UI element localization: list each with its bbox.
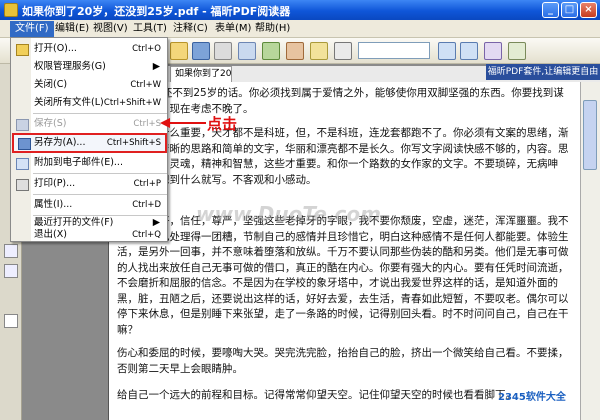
menu-file[interactable]: 文件(F) bbox=[10, 21, 54, 37]
paragraph: 了20岁但还不到25岁的话。你必须找到属于爱情之外，能够使你用双脚坚强的东西。你… bbox=[117, 87, 564, 115]
menu-item-shortcut: Ctrl+W bbox=[130, 80, 161, 90]
annotation-panel-icon[interactable] bbox=[4, 314, 18, 328]
menu-item-print[interactable]: 打印(P)... Ctrl+P bbox=[12, 175, 167, 193]
hand-tool-icon[interactable] bbox=[286, 42, 304, 60]
paragraph: 暧昧。美好，信任，尊严，坚强这些老掉牙的字眼，我不要你颓废，空虚，迷茫，浑浑噩噩… bbox=[117, 215, 569, 336]
menu-item-exit[interactable]: 退出(X) Ctrl+Q bbox=[12, 228, 167, 242]
menu-item-label: 附加到电子邮件(E)... bbox=[34, 157, 123, 168]
paragraph: 大学历有什么重要，天才都不是科班，但，不是科班，连龙套都跑不了。你必须有文案的思… bbox=[117, 127, 569, 186]
menu-item-label: 打印(P)... bbox=[34, 178, 76, 189]
menu-item-rights-management[interactable]: 权限管理服务(G) ▶ bbox=[12, 58, 167, 76]
menu-tools[interactable]: 工具(T) bbox=[128, 21, 172, 37]
promo-banner[interactable]: 福昕PDF套件,让编辑更自由 bbox=[486, 64, 600, 80]
title-bar: 如果你到了20岁，还没到25岁.pdf - 福昕PDF阅读器 _ □ × bbox=[0, 0, 600, 20]
menu-item-shortcut: Ctrl+S bbox=[133, 119, 161, 129]
menu-item-open[interactable]: 打开(O)... Ctrl+O bbox=[12, 40, 167, 58]
menu-separator bbox=[33, 113, 167, 114]
menu-help[interactable]: 帮助(H) bbox=[250, 21, 295, 37]
menu-item-save-as[interactable]: 另存为(A)... Ctrl+Shift+S bbox=[12, 133, 167, 153]
menu-item-shortcut: Ctrl+Shift+W bbox=[103, 98, 161, 108]
save-as-icon bbox=[18, 138, 31, 150]
highlight-icon[interactable] bbox=[310, 42, 328, 60]
menu-separator bbox=[33, 173, 167, 174]
window-title: 如果你到了20岁，还没到25岁.pdf - 福昕PDF阅读器 bbox=[22, 5, 291, 18]
menu-item-label: 打开(O)... bbox=[34, 43, 77, 54]
search-prev-icon[interactable] bbox=[438, 42, 456, 60]
menu-item-label: 关闭(C) bbox=[34, 79, 68, 90]
print-icon[interactable] bbox=[214, 42, 232, 60]
scrollbar-thumb[interactable] bbox=[583, 100, 597, 170]
menu-item-label: 保存(S) bbox=[34, 118, 67, 129]
site-logo: 2345软件大全 bbox=[498, 392, 566, 403]
menu-item-label: 退出(X) bbox=[34, 229, 67, 240]
binoculars-icon[interactable] bbox=[334, 42, 352, 60]
pdf-page: 了20岁但还不到25岁的话。你必须找到属于爱情之外，能够使你用双脚坚强的东西。你… bbox=[108, 82, 580, 420]
menu-bar: 文件(F) 编辑(E) 视图(V) 工具(T) 注释(C) 表单(M) 帮助(H… bbox=[0, 20, 600, 38]
snapshot-icon[interactable] bbox=[262, 42, 280, 60]
folder-icon bbox=[16, 44, 29, 56]
submenu-arrow-icon: ▶ bbox=[152, 61, 160, 72]
pages-icon[interactable] bbox=[4, 264, 18, 278]
menu-item-shortcut: Ctrl+D bbox=[132, 200, 161, 210]
menu-separator bbox=[33, 215, 167, 216]
menu-view[interactable]: 视图(V) bbox=[88, 21, 133, 37]
fit-page-icon[interactable] bbox=[508, 42, 526, 60]
annotation-label: 点击 bbox=[207, 115, 238, 133]
search-next-icon[interactable] bbox=[460, 42, 478, 60]
menu-comment[interactable]: 注释(C) bbox=[168, 21, 213, 37]
menu-item-label: 另存为(A)... bbox=[34, 137, 86, 148]
close-button[interactable]: × bbox=[580, 2, 597, 18]
menu-item-close-all[interactable]: 关闭所有文件(L) Ctrl+Shift+W bbox=[12, 94, 167, 112]
file-menu-dropdown: 打开(O)... Ctrl+O 权限管理服务(G) ▶ 关闭(C) Ctrl+W… bbox=[10, 37, 168, 242]
menu-item-close[interactable]: 关闭(C) Ctrl+W bbox=[12, 76, 167, 94]
annotation-arrow-icon bbox=[160, 118, 206, 128]
open-icon[interactable] bbox=[170, 42, 188, 60]
document-tab[interactable]: 如果你到了20岁，还没... bbox=[170, 66, 232, 82]
menu-item-label: 属性(I)... bbox=[34, 199, 73, 210]
menu-item-attach-email[interactable]: 附加到电子邮件(E)... bbox=[12, 154, 167, 172]
menu-item-shortcut: Ctrl+O bbox=[132, 44, 161, 54]
save-icon bbox=[16, 119, 29, 131]
email-icon[interactable] bbox=[238, 42, 256, 60]
printer-icon bbox=[16, 179, 29, 191]
search-input[interactable] bbox=[358, 42, 430, 59]
menu-item-save[interactable]: 保存(S) Ctrl+S bbox=[12, 115, 167, 133]
paragraph: 伤心和委屈的时候，要嚎啕大哭。哭完洗完脸，抬抬自己的脸，挤出一个微笑给自己看。不… bbox=[117, 347, 569, 375]
menu-item-shortcut: Ctrl+Q bbox=[132, 230, 161, 240]
watermark: www.DuoTe.com bbox=[196, 202, 381, 226]
menu-item-properties[interactable]: 属性(I)... Ctrl+D bbox=[12, 196, 167, 214]
minimize-button[interactable]: _ bbox=[542, 2, 559, 18]
bookmark-icon[interactable] bbox=[4, 244, 18, 258]
save-icon[interactable] bbox=[192, 42, 210, 60]
zoom-icon[interactable] bbox=[484, 42, 502, 60]
menu-separator bbox=[33, 194, 167, 195]
email-icon bbox=[16, 158, 29, 170]
menu-item-shortcut: Ctrl+P bbox=[133, 179, 161, 189]
menu-item-shortcut: Ctrl+Shift+S bbox=[106, 138, 161, 148]
menu-item-label: 关闭所有文件(L) bbox=[34, 97, 104, 108]
maximize-button[interactable]: □ bbox=[561, 2, 578, 18]
menu-item-label: 权限管理服务(G) bbox=[34, 61, 106, 72]
app-icon bbox=[4, 3, 18, 17]
